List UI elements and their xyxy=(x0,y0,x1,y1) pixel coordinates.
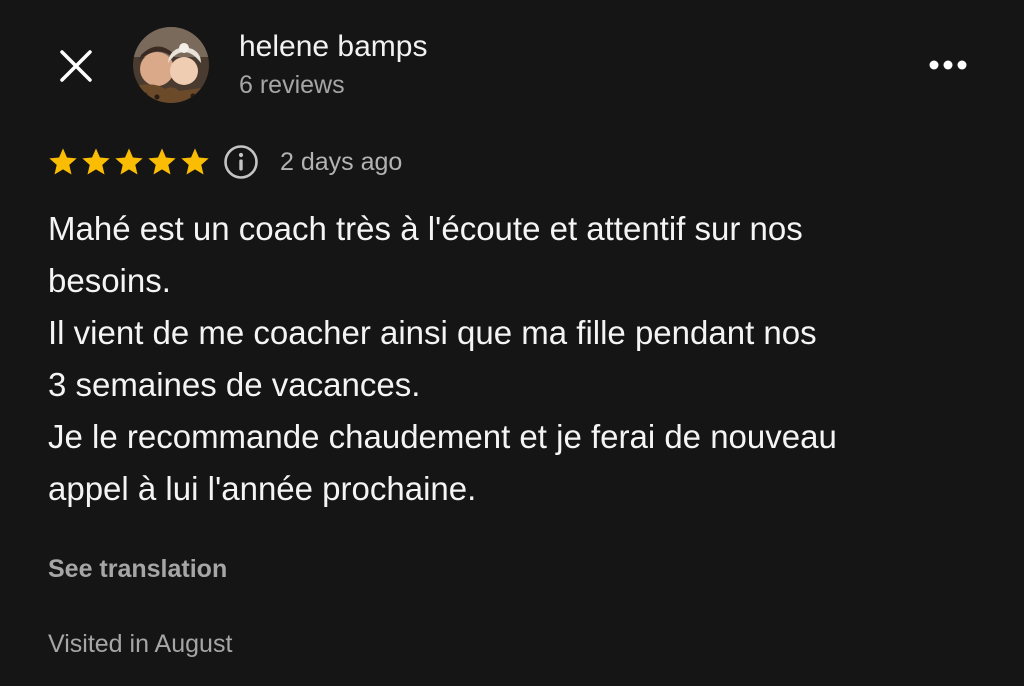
star-icon xyxy=(181,148,209,175)
review-line: 3 semaines de vacances. xyxy=(48,366,421,403)
reviewer-review-count: 6 reviews xyxy=(239,71,345,99)
more-horizontal-icon xyxy=(929,60,967,70)
close-button[interactable] xyxy=(56,46,96,86)
rating-row: 2 days ago xyxy=(48,140,402,184)
reviewer-avatar[interactable] xyxy=(133,27,209,103)
visit-info: Visited in August xyxy=(48,630,233,658)
see-translation-link[interactable]: See translation xyxy=(48,553,227,585)
avatar-photo xyxy=(133,27,209,103)
more-options-button[interactable] xyxy=(922,50,974,80)
close-icon xyxy=(60,50,92,82)
review-line: Je le recommande chaudement et je ferai … xyxy=(48,418,837,455)
review-line: Mahé est un coach très à l'écoute et att… xyxy=(48,210,803,247)
review-line: besoins. xyxy=(48,262,171,299)
review-date: 2 days ago xyxy=(280,147,403,176)
star-icon xyxy=(148,148,176,175)
review-line: appel à lui l'année prochaine. xyxy=(48,470,477,507)
star-icon xyxy=(115,148,143,175)
star-rating xyxy=(48,147,210,177)
star-icon xyxy=(82,148,110,175)
reviewer-name[interactable]: helene bamps xyxy=(239,30,427,64)
review-text: Mahé est un coach très à l'écoute et att… xyxy=(48,203,998,515)
star-icon xyxy=(49,148,77,175)
info-button[interactable] xyxy=(222,143,260,181)
review-line: Il vient de me coacher ainsi que ma fill… xyxy=(48,314,817,351)
info-icon xyxy=(224,145,258,179)
